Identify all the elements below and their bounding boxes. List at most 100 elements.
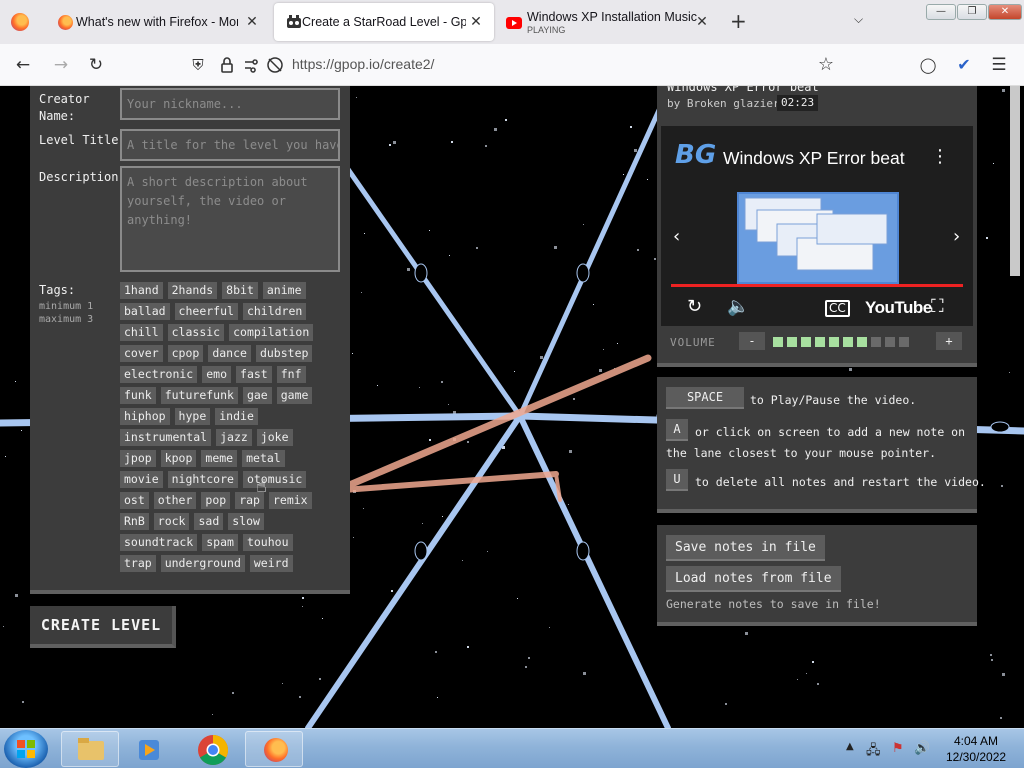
volume-down-button[interactable]: - xyxy=(739,332,765,350)
fullscreen-icon[interactable]: ⛶ xyxy=(931,296,944,317)
tag-chip[interactable]: otomusic xyxy=(242,471,307,488)
tag-chip[interactable]: compilation xyxy=(229,324,314,341)
tag-chip[interactable]: underground xyxy=(160,555,245,572)
tag-chip[interactable]: 1hand xyxy=(120,282,163,299)
back-arrow-icon[interactable]: ← xyxy=(12,54,34,76)
tag-chip[interactable]: fast xyxy=(236,366,272,383)
maximize-button[interactable]: ❐ xyxy=(957,4,987,20)
tag-chip[interactable]: ballad xyxy=(120,303,170,320)
shield-icon[interactable]: ⛨ xyxy=(187,54,209,76)
tag-chip[interactable]: remix xyxy=(268,492,312,509)
tag-chip[interactable]: movie xyxy=(120,471,163,488)
tag-chip[interactable]: meme xyxy=(201,450,238,467)
tag-chip[interactable]: gae xyxy=(242,387,272,404)
volume-segment[interactable] xyxy=(899,337,909,347)
volume-segment[interactable] xyxy=(871,337,881,347)
create-level-button[interactable]: CREATE LEVEL xyxy=(30,606,176,648)
window-close-button[interactable]: ✕ xyxy=(988,4,1022,20)
tag-chip[interactable]: anime xyxy=(262,282,306,299)
taskbar-explorer[interactable] xyxy=(61,731,119,767)
level-title-input[interactable]: A title for the level you have cr xyxy=(120,129,340,161)
taskbar-media-player[interactable] xyxy=(120,731,178,767)
tag-chip[interactable]: pop xyxy=(201,492,231,509)
volume-level-bar[interactable] xyxy=(773,337,913,347)
tag-chip[interactable]: spam xyxy=(202,534,238,551)
tag-chip[interactable]: hype xyxy=(174,408,211,425)
tab-firefox-whats-new[interactable]: What's new with Firefox - More ✕ xyxy=(46,3,270,41)
address-bar-url[interactable]: https://gpop.io/create2/ xyxy=(292,56,434,72)
firefox-view-icon[interactable] xyxy=(11,13,29,31)
description-textarea[interactable]: A short description about yourself, the … xyxy=(120,166,340,272)
replay-icon[interactable]: ↻ xyxy=(687,296,702,317)
taskbar-firefox[interactable] xyxy=(245,731,303,767)
tag-chip[interactable]: chill xyxy=(120,324,163,341)
tag-chip[interactable]: game xyxy=(276,387,313,404)
tag-chip[interactable]: cheerful xyxy=(174,303,238,320)
bookmark-star-icon[interactable]: ☆ xyxy=(815,54,837,76)
menu-hamburger-icon[interactable]: ☰ xyxy=(988,54,1010,76)
volume-speaker-icon[interactable]: 🔈 xyxy=(727,296,749,317)
previous-chevron-icon[interactable]: ‹ xyxy=(673,226,680,247)
forward-arrow-icon[interactable]: → xyxy=(50,54,72,76)
account-check-icon[interactable]: ✔ xyxy=(953,54,975,76)
pocket-icon[interactable]: ◯ xyxy=(917,54,939,76)
tag-chip[interactable]: nightcore xyxy=(167,471,238,488)
system-clock[interactable]: 4:04 AM 12/30/2022 xyxy=(946,733,1006,765)
tag-chip[interactable]: classic xyxy=(167,324,225,341)
network-icon[interactable]: 🖧 xyxy=(866,741,881,763)
youtube-embed-player[interactable]: BG Windows XP Error beat ⋮ ‹ › ↻ 🔈 CC Yo… xyxy=(661,126,973,326)
captions-cc-icon[interactable]: CC xyxy=(825,300,850,317)
reload-icon[interactable]: ↻ xyxy=(85,54,107,76)
tag-chip[interactable]: fnf xyxy=(276,366,306,383)
volume-segment[interactable] xyxy=(773,337,783,347)
volume-segment[interactable] xyxy=(801,337,811,347)
channel-logo-icon[interactable]: BG xyxy=(675,140,716,176)
tag-chip[interactable]: joke xyxy=(256,429,293,446)
tag-chip[interactable]: electronic xyxy=(120,366,198,383)
show-hidden-icons-icon[interactable]: ▲ xyxy=(846,741,854,752)
tag-chip[interactable]: cover xyxy=(120,345,163,362)
autoplay-blocked-icon[interactable] xyxy=(264,54,286,76)
tag-chip[interactable]: 2hands xyxy=(167,282,218,299)
tag-chip[interactable]: sad xyxy=(194,513,224,530)
tag-chip[interactable]: other xyxy=(153,492,197,509)
tab-gpop-create[interactable]: Create a StarRoad Level - Gpop ✕ xyxy=(274,3,494,41)
tag-chip[interactable]: hiphop xyxy=(120,408,170,425)
permissions-icon[interactable] xyxy=(241,54,263,76)
new-tab-button[interactable]: + xyxy=(730,10,747,32)
volume-segment[interactable] xyxy=(815,337,825,347)
action-center-flag-icon[interactable]: ⚑ xyxy=(892,741,904,756)
tab-youtube-playing[interactable]: Windows XP Installation Music PLAYING ✕ xyxy=(498,3,720,41)
volume-segment[interactable] xyxy=(885,337,895,347)
tag-chip[interactable]: trap xyxy=(120,555,156,572)
close-icon[interactable]: ✕ xyxy=(244,13,260,29)
save-notes-button[interactable]: Save notes in file xyxy=(666,535,825,561)
tag-chip[interactable]: soundtrack xyxy=(120,534,198,551)
close-icon[interactable]: ✕ xyxy=(694,13,710,29)
tag-chip[interactable]: weird xyxy=(249,555,293,572)
tag-chip[interactable]: RnB xyxy=(120,513,149,530)
close-icon[interactable]: ✕ xyxy=(468,13,484,29)
tag-chip[interactable]: jazz xyxy=(216,429,252,446)
video-progress-bar[interactable] xyxy=(671,284,963,287)
tag-chip[interactable]: slow xyxy=(228,513,264,530)
tag-chip[interactable]: dubstep xyxy=(255,345,313,362)
start-button[interactable] xyxy=(4,730,48,768)
tag-chip[interactable]: indie xyxy=(215,408,258,425)
tag-chip[interactable]: metal xyxy=(242,450,285,467)
tag-chip[interactable]: children xyxy=(242,303,307,320)
creator-name-input[interactable]: Your nickname... xyxy=(120,88,340,120)
tag-chip[interactable]: dance xyxy=(208,345,251,362)
lock-icon[interactable] xyxy=(216,54,238,76)
tag-chip[interactable]: ost xyxy=(120,492,149,509)
tag-chip[interactable]: jpop xyxy=(120,450,156,467)
tag-chip[interactable]: touhou xyxy=(242,534,293,551)
youtube-video-title[interactable]: Windows XP Error beat xyxy=(723,148,905,169)
starroad-editor-stage[interactable]: Creator Name: Your nickname... Level Tit… xyxy=(0,86,1024,728)
minimize-button[interactable]: — xyxy=(926,4,956,20)
volume-segment[interactable] xyxy=(857,337,867,347)
list-all-tabs-chevron-icon[interactable]: ⌵ xyxy=(854,12,863,27)
tag-chip[interactable]: cpop xyxy=(167,345,204,362)
volume-up-button[interactable]: + xyxy=(936,332,962,350)
speaker-icon[interactable]: 🔊 xyxy=(914,741,930,756)
